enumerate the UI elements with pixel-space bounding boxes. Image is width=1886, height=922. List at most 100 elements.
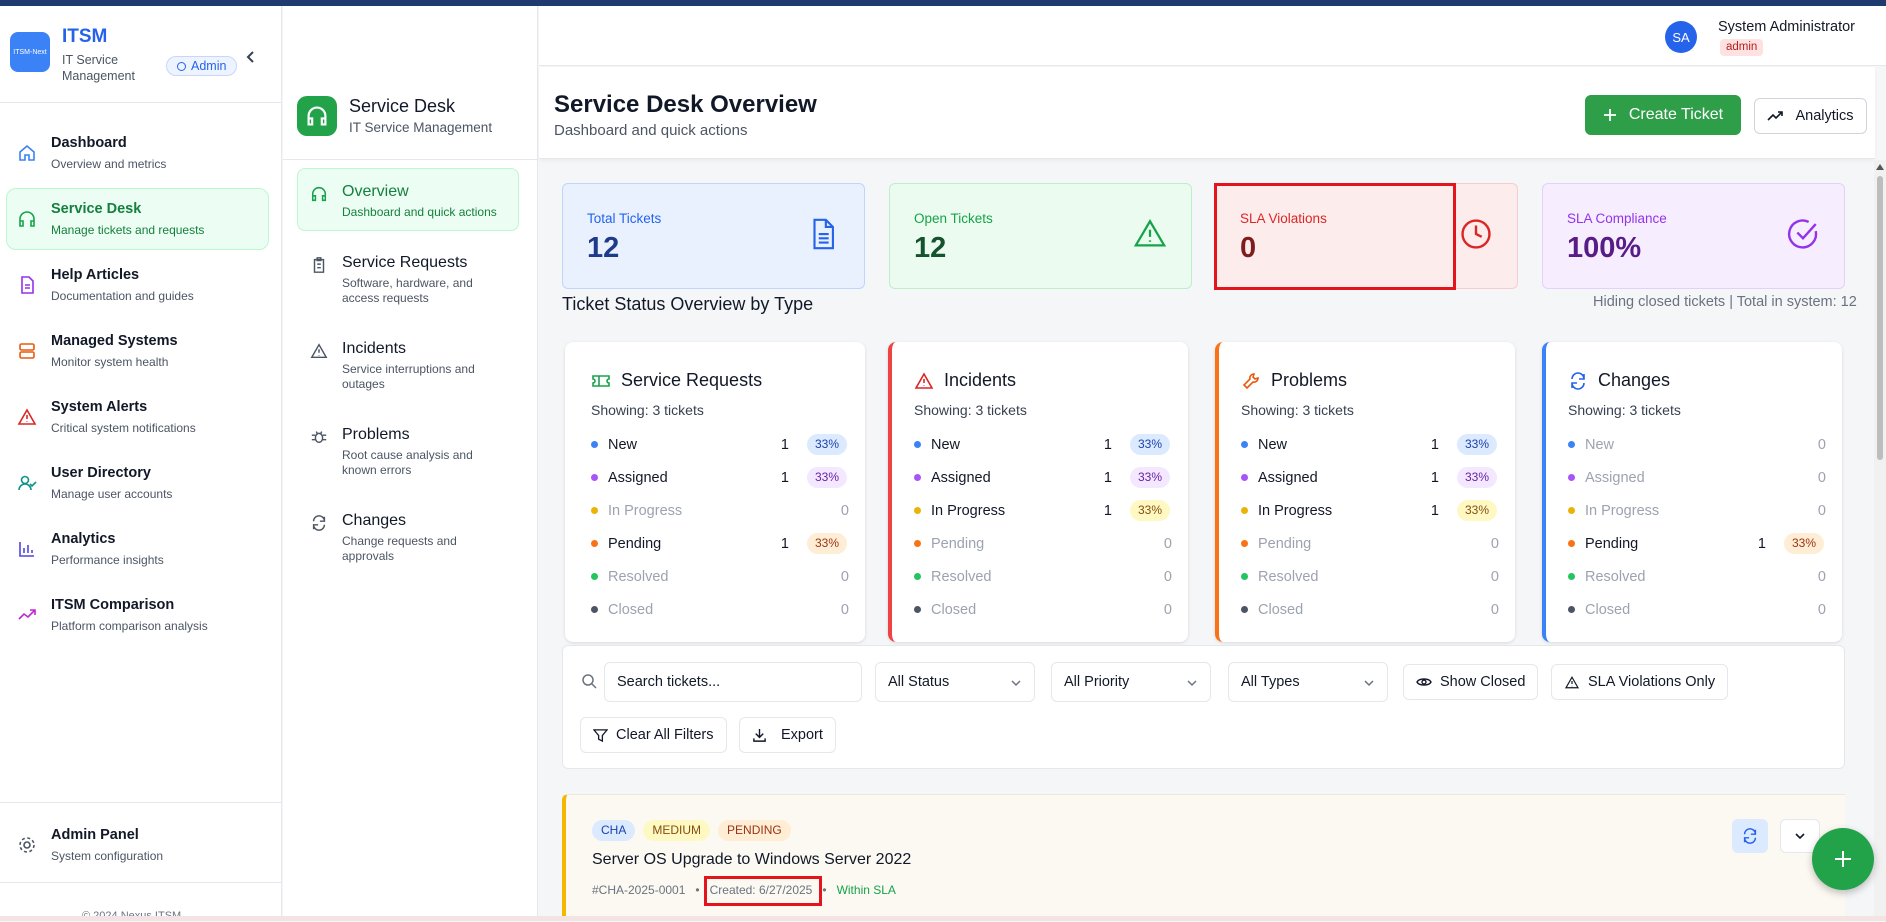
status-row-assigned: Assigned 1 33% xyxy=(591,461,849,494)
nav-item-help-articles[interactable]: Help Articles Documentation and guides xyxy=(6,254,269,316)
subnav-item-subtitle: Service interruptions and outages xyxy=(342,362,475,391)
status-percent: 33% xyxy=(1456,500,1497,521)
subnav-item-subtitle: Change requests and approvals xyxy=(342,534,457,563)
service-desk-logo xyxy=(297,96,337,136)
stat-label: SLA Compliance xyxy=(1567,211,1667,226)
status-percent: 33% xyxy=(1129,467,1170,488)
divider xyxy=(0,882,282,883)
status-percent: 33% xyxy=(806,467,847,488)
nav-item-subtitle: Critical system notifications xyxy=(51,421,196,435)
status-count: 0 xyxy=(1817,601,1826,618)
bug-icon xyxy=(311,431,327,444)
subnav-title: Service Desk xyxy=(349,96,456,116)
status-percent: 33% xyxy=(806,434,847,455)
nav-item-title: ITSM Comparison xyxy=(51,597,175,613)
refresh-icon xyxy=(312,515,326,531)
search-input[interactable] xyxy=(604,662,862,702)
scroll-up-arrow[interactable] xyxy=(1876,164,1884,170)
bottom-strip xyxy=(0,916,1886,921)
status-count: 0 xyxy=(1490,535,1499,552)
subnav-item-service-requests[interactable]: Service Requests Software, hardware, and… xyxy=(297,239,519,317)
type-select-value: All Types xyxy=(1241,674,1300,690)
nav-item-service-desk[interactable]: Service Desk Manage tickets and requests xyxy=(6,188,269,250)
role-pill-label: Admin xyxy=(191,59,227,73)
status-row-in-progress: In Progress 0 xyxy=(591,494,849,527)
alert-triangle-icon xyxy=(1133,219,1167,247)
stat-card-total-tickets: Total Tickets 12 xyxy=(562,183,865,289)
status-count: 0 xyxy=(1817,469,1826,486)
ticket-title[interactable]: Server OS Upgrade to Windows Server 2022 xyxy=(592,851,911,869)
nav-item-dashboard[interactable]: Dashboard Overview and metrics xyxy=(6,122,269,184)
stat-label: Total Tickets xyxy=(587,211,662,226)
subnav-item-problems[interactable]: Problems Root cause analysis and known e… xyxy=(297,411,519,489)
trending-icon xyxy=(1767,111,1784,121)
status-row-pending: Pending 0 xyxy=(914,527,1172,560)
status-label: Assigned xyxy=(931,469,991,486)
nav-item-itsm-comparison[interactable]: ITSM Comparison Platform comparison anal… xyxy=(6,584,269,646)
clock-icon xyxy=(1461,219,1491,249)
page-scrollbar[interactable] xyxy=(1874,160,1886,921)
status-card-count: Showing: 3 tickets xyxy=(914,402,1027,418)
create-ticket-button[interactable]: Create Ticket xyxy=(1585,95,1741,135)
status-count: 1 xyxy=(1103,469,1112,486)
subnav-item-changes[interactable]: Changes Change requests and approvals xyxy=(297,497,519,575)
main-nav: Dashboard Overview and metrics Service D… xyxy=(6,122,269,650)
subnav-item-incidents[interactable]: Incidents Service interruptions and outa… xyxy=(297,325,519,403)
chevron-down-icon xyxy=(1011,680,1021,687)
status-count: 1 xyxy=(1430,436,1439,453)
separator-dot: • xyxy=(695,883,700,897)
nav-item-analytics[interactable]: Analytics Performance insights xyxy=(6,518,269,580)
sla-violations-only-button[interactable]: SLA Violations Only xyxy=(1551,664,1729,700)
nav-item-title: System Alerts xyxy=(51,399,148,415)
status-card-count: Showing: 3 tickets xyxy=(1568,402,1681,418)
plus-icon xyxy=(1603,109,1616,121)
type-select[interactable]: All Types xyxy=(1228,662,1388,702)
stat-label: Open Tickets xyxy=(914,211,993,226)
status-row-new: New 1 33% xyxy=(591,428,849,461)
subnav-subtitle: IT Service Management xyxy=(349,120,493,135)
subnav-item-overview[interactable]: Overview Dashboard and quick actions xyxy=(297,168,519,231)
headset-icon xyxy=(307,106,327,126)
status-percent: 33% xyxy=(1456,467,1497,488)
nav-item-managed-systems[interactable]: Managed Systems Monitor system health xyxy=(6,320,269,382)
nav-item-title: Admin Panel xyxy=(51,827,139,843)
app-title: ITSM xyxy=(62,26,108,47)
export-button[interactable]: Export xyxy=(739,717,836,753)
status-select[interactable]: All Status xyxy=(875,662,1035,702)
ticket-refresh-button[interactable] xyxy=(1732,819,1768,853)
eye-icon xyxy=(1416,678,1432,686)
status-label: Closed xyxy=(931,601,977,618)
stat-value: 12 xyxy=(914,232,947,264)
app-logo: ITSM-Next xyxy=(10,32,50,72)
nav-item-user-directory[interactable]: User Directory Manage user accounts xyxy=(6,452,269,514)
floating-add-button[interactable] xyxy=(1812,828,1874,890)
status-card-header: Service Requests xyxy=(591,370,762,391)
nav-item-admin-panel[interactable]: Admin Panel System configuration xyxy=(6,814,269,874)
status-card-header: Problems xyxy=(1241,370,1347,391)
app-subtitle: IT Service Management xyxy=(62,53,135,83)
collapse-sidebar-button[interactable] xyxy=(244,50,258,64)
show-closed-button[interactable]: Show Closed xyxy=(1403,664,1539,700)
role-pill: Admin xyxy=(166,56,238,76)
nav-item-subtitle: System configuration xyxy=(51,849,164,863)
ticket-icon xyxy=(592,374,610,387)
status-label: In Progress xyxy=(931,502,1006,519)
status-label: New xyxy=(608,436,638,453)
scrollbar-thumb[interactable] xyxy=(1877,176,1883,460)
status-row-in-progress: In Progress 1 33% xyxy=(914,494,1172,527)
status-count: 0 xyxy=(1490,568,1499,585)
avatar[interactable]: SA xyxy=(1665,21,1697,53)
nav-item-system-alerts[interactable]: System Alerts Critical system notificati… xyxy=(6,386,269,448)
priority-select[interactable]: All Priority xyxy=(1051,662,1211,702)
status-label: In Progress xyxy=(608,502,683,519)
status-count: 0 xyxy=(1163,601,1172,618)
trending-icon xyxy=(18,609,36,620)
check-circle-icon xyxy=(1787,219,1818,249)
clear-filters-button[interactable]: Clear All Filters xyxy=(580,717,727,753)
analytics-button[interactable]: Analytics xyxy=(1754,98,1867,134)
status-card-title: Problems xyxy=(1271,370,1348,390)
status-count: 0 xyxy=(1490,601,1499,618)
status-label: Pending xyxy=(1585,535,1639,552)
stat-card-sla-compliance: SLA Compliance 100% xyxy=(1542,183,1845,289)
ticket-card[interactable]: CHA MEDIUM PENDING Server OS Upgrade to … xyxy=(562,794,1845,921)
